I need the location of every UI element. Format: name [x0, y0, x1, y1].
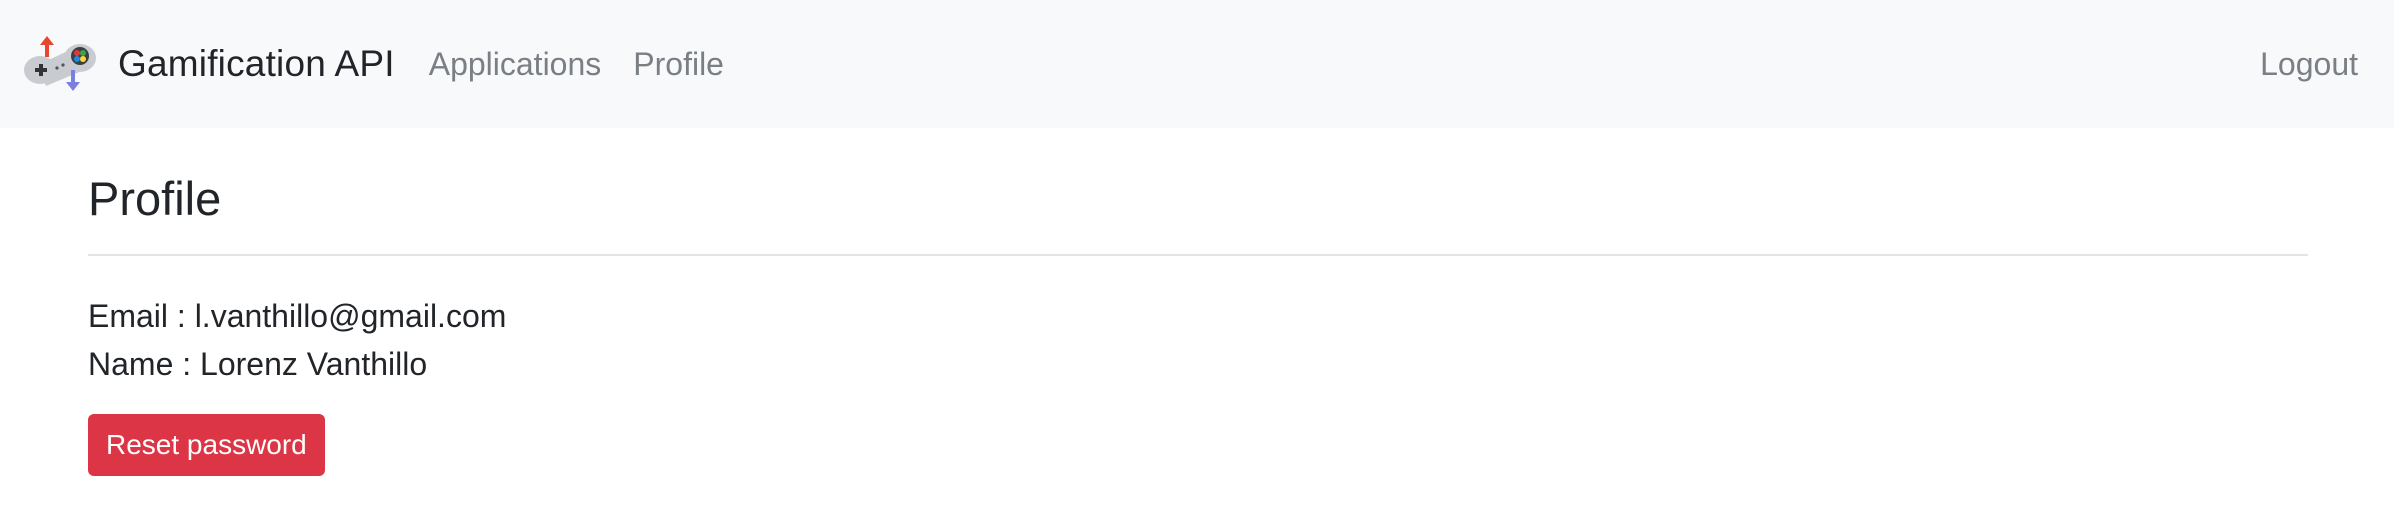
- email-value: l.vanthillo@gmail.com: [194, 298, 507, 335]
- page-title: Profile: [88, 172, 222, 225]
- nav-right: Logout: [2260, 46, 2358, 83]
- email-label: Email: [88, 298, 169, 335]
- name-value: Lorenz Vanthillo: [200, 346, 428, 383]
- main-content: Profile Email : l.vanthillo@gmail.com Na…: [88, 128, 2308, 477]
- brand-link[interactable]: Gamification API: [22, 36, 395, 92]
- gamepad-logo-icon: [24, 36, 96, 91]
- email-row: Email : l.vanthillo@gmail.com: [88, 298, 507, 335]
- nav-link-profile[interactable]: Profile: [633, 46, 724, 83]
- brand-title: Gamification API: [118, 43, 395, 84]
- reset-password-button[interactable]: Reset password: [88, 414, 325, 477]
- divider: [88, 254, 2308, 257]
- top-navbar: Gamification API Applications Profile Lo…: [0, 0, 2394, 128]
- name-row: Name : Lorenz Vanthillo: [88, 346, 428, 383]
- logout-link[interactable]: Logout: [2260, 46, 2358, 82]
- nav-links: Applications Profile: [429, 46, 756, 83]
- profile-info: Email : l.vanthillo@gmail.com Name : Lor…: [88, 292, 2308, 388]
- nav-link-applications[interactable]: Applications: [429, 46, 602, 83]
- name-label: Name: [88, 346, 174, 383]
